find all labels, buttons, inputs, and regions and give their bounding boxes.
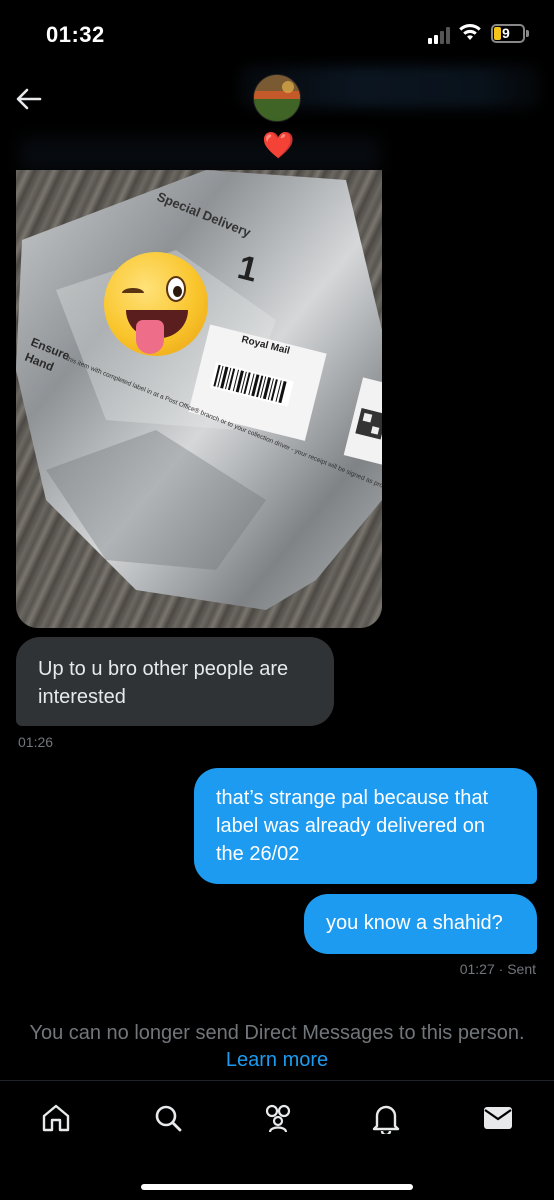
messages-icon xyxy=(484,1107,512,1129)
communities-icon xyxy=(265,1104,291,1133)
cellular-signal-icon xyxy=(428,26,450,44)
winking-face-sticker-icon xyxy=(104,252,208,356)
home-icon xyxy=(42,1104,70,1132)
parcel-photo: Special Delivery Ensure Hand Royal Mail … xyxy=(16,170,382,610)
notifications-icon xyxy=(372,1105,400,1134)
arrow-left-icon xyxy=(16,88,42,110)
sent-message-status: 01:27 · Sent xyxy=(459,961,536,977)
status-time: 01:32 xyxy=(46,22,105,47)
dm-disabled-notice: You can no longer send Direct Messages t… xyxy=(29,1022,525,1044)
tab-communities[interactable] xyxy=(258,1101,298,1135)
sent-message-bubble[interactable]: that’s strange pal because that label wa… xyxy=(194,768,537,884)
back-button[interactable] xyxy=(12,82,46,116)
battery-icon: 9 xyxy=(491,24,529,43)
tab-home[interactable] xyxy=(36,1101,76,1135)
bottom-tab-bar xyxy=(0,1080,554,1200)
conversation-header: ❤️ xyxy=(0,66,554,172)
tab-search[interactable] xyxy=(148,1101,188,1135)
search-icon xyxy=(155,1105,182,1132)
received-message-bubble[interactable]: Up to u bro other people are interested xyxy=(16,637,334,726)
received-message-time: 01:26 xyxy=(18,734,54,750)
home-indicator[interactable] xyxy=(141,1184,413,1190)
learn-more-link[interactable]: Learn more xyxy=(0,1049,554,1072)
photo-message[interactable]: Special Delivery Ensure Hand Royal Mail … xyxy=(16,170,382,628)
status-bar: 01:32 9 xyxy=(0,0,554,66)
redacted-subtitle xyxy=(20,138,380,172)
tab-notifications[interactable] xyxy=(366,1101,406,1135)
tab-messages[interactable] xyxy=(478,1101,518,1135)
heart-badge: ❤️ xyxy=(262,130,295,160)
avatar-image xyxy=(254,75,300,121)
battery-level: 9 xyxy=(502,25,510,41)
wifi-icon xyxy=(459,24,481,40)
avatar[interactable] xyxy=(253,74,301,122)
sent-message-bubble[interactable]: you know a shahid? xyxy=(304,894,537,954)
